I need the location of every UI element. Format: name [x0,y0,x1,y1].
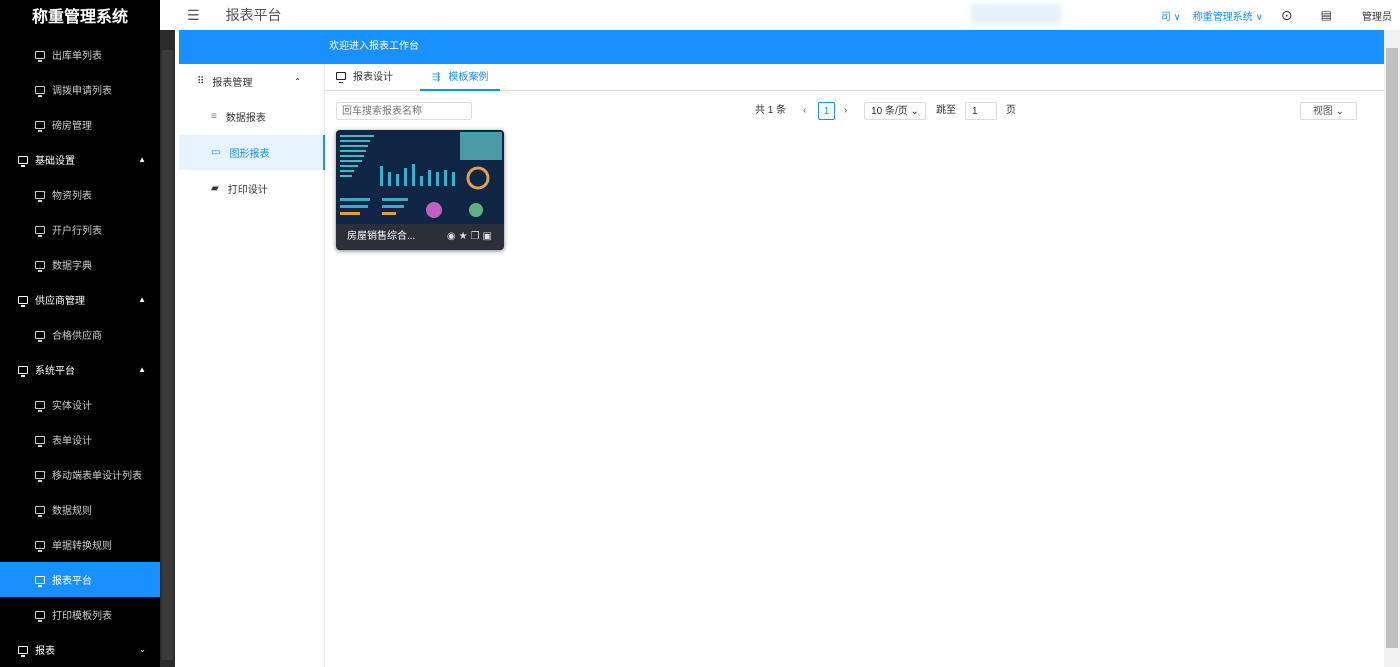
monitor-icon [35,540,45,552]
tab-report-design[interactable]: 报表设计 [336,64,393,91]
sidebar-item[interactable]: 表单设计 [0,422,160,457]
monitor-icon [35,330,45,342]
report-menu: ⠿ 报表管理 ⌃ ≡ 数据报表 ▭ 图形报表 ▰ 打印设计 [179,64,325,667]
user-name[interactable]: 管理员 [1362,8,1392,23]
next-page-button[interactable]: › [844,102,847,120]
copy-icon[interactable]: ❐ [471,231,483,242]
tab-templates[interactable]: ⇶ 模板案例 [420,64,501,91]
printer-icon: ▰ [211,183,219,194]
blurred-org [970,4,1061,24]
sidebar-group[interactable]: 系统平台 ▲ [0,352,160,387]
welcome-banner: 欢迎进入报表工作台 [179,30,1384,64]
system-selector[interactable]: 称重管理系统 ∨ [1193,8,1263,23]
total-count: 共 1 条 [755,105,787,116]
monitor-icon [35,120,45,132]
tabs: 报表设计 ⇶ 模板案例 [325,64,1384,91]
monitor-icon [336,72,346,83]
search-input[interactable] [336,102,472,120]
sidebar-item[interactable]: 调拨申请列表 [0,72,160,107]
monitor-icon [35,190,45,202]
card-title: 房屋销售综合... [347,231,416,242]
monitor-icon [18,645,28,657]
monitor-icon [18,155,28,167]
sidebar-item[interactable]: 合格供应商 [0,317,160,352]
list-icon[interactable]: ▤ [1321,8,1332,22]
template-card[interactable]: 房屋销售综合... ◉★❐▣ [336,130,504,250]
page-1-button[interactable]: 1 [818,102,835,120]
prev-page-button[interactable]: ‹ [803,102,806,120]
menu-item-data-report[interactable]: ≡ 数据报表 [179,99,325,134]
menu-item-chart-report[interactable]: ▭ 图形报表 [179,135,325,170]
page-size-select[interactable]: 10 条/页 ⌄ [864,102,926,120]
jump-input[interactable]: 1 [965,102,997,120]
monitor-icon [35,260,45,272]
sidebar-item[interactable]: 移动端表单设计列表 [0,457,160,492]
monitor-icon [35,435,45,447]
org-selector[interactable]: 司 ∨ [1161,8,1181,23]
monitor-icon [35,610,45,622]
sidebar-group[interactable]: 供应商管理 ▲ [0,282,160,317]
sidebar-group[interactable]: 报表 ⌄ [0,632,160,667]
star-icon[interactable]: ★ [459,231,471,242]
chevron-icon: ⌄ [139,645,146,654]
sidebar-group[interactable]: 基础设置 ▲ [0,142,160,177]
chevron-icon: ▲ [138,155,146,164]
chevron-icon: ▲ [138,365,146,374]
page-title: 报表平台 [225,7,282,23]
chevron-up-icon: ⌃ [294,77,301,86]
monitor-icon [35,400,45,412]
sliders-icon: ⇶ [432,72,441,83]
monitor-icon [35,505,45,517]
chevron-icon: ▲ [138,295,146,304]
monitor-icon [35,225,45,237]
eye-icon[interactable]: ◉ [447,231,459,242]
sidebar-item[interactable]: 出库单列表 [0,37,160,72]
sidebar: 称重管理系统 出库单列表 调拨申请列表 磅房管理 基础设置 ▲ 物资列表 开户行列表 数据字典… [0,0,160,667]
sidebar-item[interactable]: 数据规则 [0,492,160,527]
sidebar-item[interactable]: 磅房管理 [0,107,160,142]
view-select[interactable]: 视图 ⌄ [1300,102,1357,120]
monitor-icon [18,365,28,377]
menu-item-print-design[interactable]: ▰ 打印设计 [179,171,325,206]
message-icon[interactable]: ⊙ [1281,7,1293,24]
sidebar-item[interactable]: 数据字典 [0,247,160,282]
app-logo: 称重管理系统 [31,9,128,26]
image-icon: ▭ [211,147,221,158]
sidebar-item[interactable]: 报表平台 [0,562,160,597]
image-icon[interactable]: ▣ [483,231,495,242]
dashboard-thumbnail [336,130,504,224]
sidebar-scrollbar[interactable] [160,30,175,667]
monitor-icon [35,85,45,97]
grid-icon: ⠿ [197,76,205,87]
sidebar-item[interactable]: 打印模板列表 [0,597,160,632]
sidebar-item[interactable]: 实体设计 [0,387,160,422]
page-suffix: 页 [1006,105,1016,116]
sidebar-item[interactable]: 物资列表 [0,177,160,212]
lines-icon: ≡ [211,111,217,122]
menu-collapse-icon[interactable]: ☰ [187,7,200,24]
monitor-icon [35,575,45,587]
header: ☰ 报表平台 司 ∨ 称重管理系统 ∨ ⊙ ▤ 管理员 [175,0,1400,30]
sidebar-item[interactable]: 单据转换规则 [0,527,160,562]
monitor-icon [35,50,45,62]
menu-group-report-management[interactable]: ⠿ 报表管理 ⌃ [179,64,325,99]
sidebar-item[interactable]: 开户行列表 [0,212,160,247]
main-scrollbar[interactable] [1384,30,1400,667]
jump-label: 跳至 [936,105,956,116]
monitor-icon [18,295,28,307]
monitor-icon [35,470,45,482]
